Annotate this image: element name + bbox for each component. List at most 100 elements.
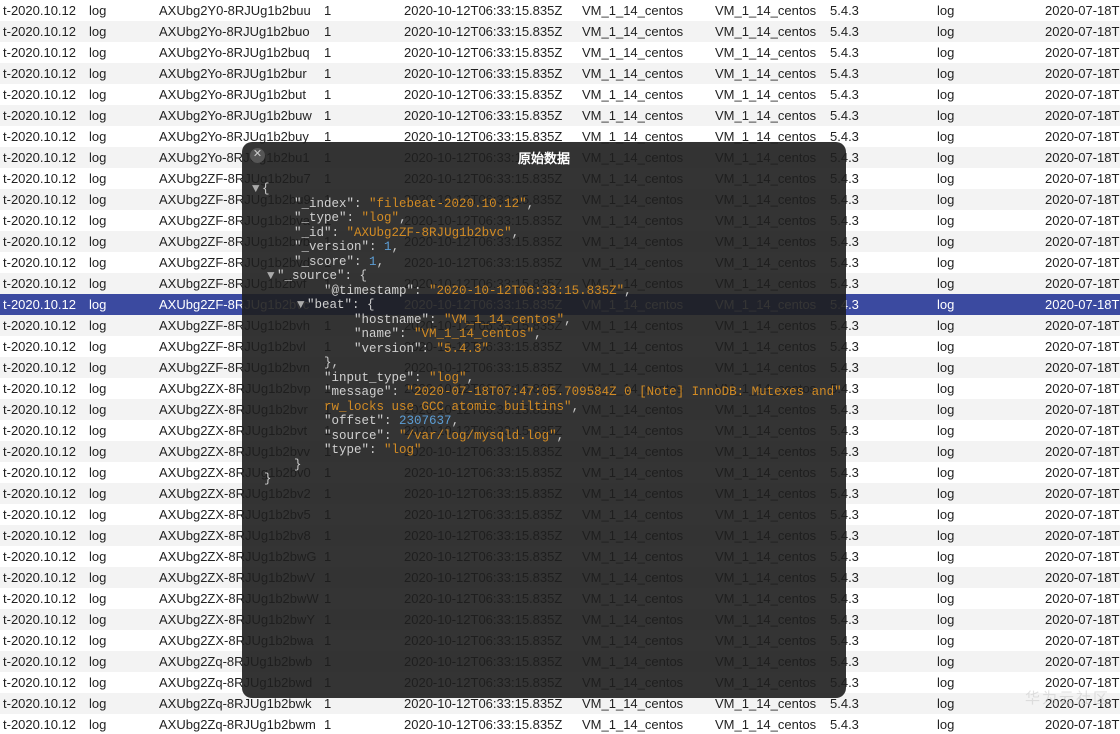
cell: log	[934, 462, 1042, 483]
table-row[interactable]: t-2020.10.12logAXUbg2Yo-8RJUg1b2but12020…	[0, 84, 1120, 105]
cell: t-2020.10.12	[0, 609, 86, 630]
cell: log	[934, 567, 1042, 588]
cell: 2020-07-18T	[1042, 315, 1120, 336]
cell: 2020-07-18T	[1042, 126, 1120, 147]
cell: log	[86, 399, 156, 420]
cell: VM_1_14_centos	[712, 105, 827, 126]
cell: t-2020.10.12	[0, 462, 86, 483]
cell: t-2020.10.12	[0, 378, 86, 399]
cell: VM_1_14_centos	[579, 63, 712, 84]
table-row[interactable]: t-2020.10.12logAXUbg2Y0-8RJUg1b2buu12020…	[0, 0, 1120, 21]
cell: 2020-07-18T	[1042, 21, 1120, 42]
cell: t-2020.10.12	[0, 525, 86, 546]
cell: 2020-10-12T06:33:15.835Z	[401, 105, 579, 126]
cell: log	[934, 273, 1042, 294]
cell: 2020-07-18T	[1042, 609, 1120, 630]
cell: log	[86, 336, 156, 357]
cell: log	[934, 63, 1042, 84]
cell: log	[86, 42, 156, 63]
table-row[interactable]: t-2020.10.12logAXUbg2Yo-8RJUg1b2buo12020…	[0, 21, 1120, 42]
cell: 1	[321, 0, 401, 21]
cell: AXUbg2Yo-8RJUg1b2buw	[156, 105, 321, 126]
json-viewer[interactable]: ▼{ "_index": "filebeat-2020.10.12", "_ty…	[264, 182, 834, 487]
cell: t-2020.10.12	[0, 399, 86, 420]
table-row[interactable]: t-2020.10.12logAXUbg2Zq-8RJUg1b2bwm12020…	[0, 714, 1120, 734]
cell: log	[934, 84, 1042, 105]
cell: 1	[321, 84, 401, 105]
cell: 5.4.3	[827, 105, 934, 126]
cell: t-2020.10.12	[0, 231, 86, 252]
cell: t-2020.10.12	[0, 168, 86, 189]
cell: 2020-10-12T06:33:15.835Z	[401, 714, 579, 734]
cell: AXUbg2Zq-8RJUg1b2bwm	[156, 714, 321, 734]
cell: t-2020.10.12	[0, 483, 86, 504]
cell: 2020-10-12T06:33:15.835Z	[401, 84, 579, 105]
cell: 2020-07-18T	[1042, 462, 1120, 483]
cell: VM_1_14_centos	[712, 21, 827, 42]
cell: t-2020.10.12	[0, 672, 86, 693]
cell: 5.4.3	[827, 84, 934, 105]
cell: log	[86, 525, 156, 546]
cell: log	[86, 357, 156, 378]
cell: log	[86, 441, 156, 462]
cell: 2020-07-18T	[1042, 399, 1120, 420]
cell: t-2020.10.12	[0, 693, 86, 714]
cell: t-2020.10.12	[0, 504, 86, 525]
cell: 2020-07-18T	[1042, 420, 1120, 441]
table-row[interactable]: t-2020.10.12logAXUbg2Yo-8RJUg1b2buw12020…	[0, 105, 1120, 126]
cell: 2020-07-18T	[1042, 63, 1120, 84]
cell: 1	[321, 21, 401, 42]
table-row[interactable]: t-2020.10.12logAXUbg2Yo-8RJUg1b2bur12020…	[0, 63, 1120, 84]
cell: t-2020.10.12	[0, 315, 86, 336]
cell: log	[86, 294, 156, 315]
cell: log	[86, 672, 156, 693]
cell: 2020-07-18T	[1042, 504, 1120, 525]
cell: VM_1_14_centos	[579, 42, 712, 63]
cell: log	[86, 105, 156, 126]
cell: log	[86, 462, 156, 483]
cell: log	[934, 441, 1042, 462]
cell: log	[934, 189, 1042, 210]
cell: log	[934, 21, 1042, 42]
cell: AXUbg2Yo-8RJUg1b2buo	[156, 21, 321, 42]
cell: log	[86, 231, 156, 252]
cell: 2020-10-12T06:33:15.835Z	[401, 0, 579, 21]
cell: log	[934, 147, 1042, 168]
cell: 2020-07-18T	[1042, 231, 1120, 252]
cell: t-2020.10.12	[0, 630, 86, 651]
cell: 2020-07-18T	[1042, 252, 1120, 273]
cell: log	[86, 504, 156, 525]
cell: t-2020.10.12	[0, 651, 86, 672]
cell: 5.4.3	[827, 693, 934, 714]
cell: AXUbg2Y0-8RJUg1b2buu	[156, 0, 321, 21]
cell: 2020-07-18T	[1042, 630, 1120, 651]
cell: t-2020.10.12	[0, 21, 86, 42]
cell: log	[86, 147, 156, 168]
cell: log	[934, 0, 1042, 21]
cell: 2020-07-18T	[1042, 105, 1120, 126]
cell: 2020-10-12T06:33:15.835Z	[401, 21, 579, 42]
cell: 2020-07-18T	[1042, 294, 1120, 315]
cell: log	[86, 630, 156, 651]
cell: 2020-07-18T	[1042, 0, 1120, 21]
cell: VM_1_14_centos	[579, 714, 712, 734]
cell: 2020-07-18T	[1042, 714, 1120, 734]
cell: log	[86, 609, 156, 630]
cell: 5.4.3	[827, 63, 934, 84]
cell: 5.4.3	[827, 714, 934, 734]
cell: 2020-07-18T	[1042, 546, 1120, 567]
cell: t-2020.10.12	[0, 441, 86, 462]
cell: log	[934, 651, 1042, 672]
cell: log	[86, 0, 156, 21]
cell: log	[934, 294, 1042, 315]
cell: 2020-07-18T	[1042, 42, 1120, 63]
cell: VM_1_14_centos	[712, 63, 827, 84]
cell: 2020-07-18T	[1042, 588, 1120, 609]
cell: log	[934, 630, 1042, 651]
cell: log	[86, 378, 156, 399]
cell: AXUbg2Yo-8RJUg1b2but	[156, 84, 321, 105]
table-row[interactable]: t-2020.10.12logAXUbg2Yo-8RJUg1b2buq12020…	[0, 42, 1120, 63]
cell: log	[934, 588, 1042, 609]
cell: 1	[321, 42, 401, 63]
cell: log	[934, 672, 1042, 693]
